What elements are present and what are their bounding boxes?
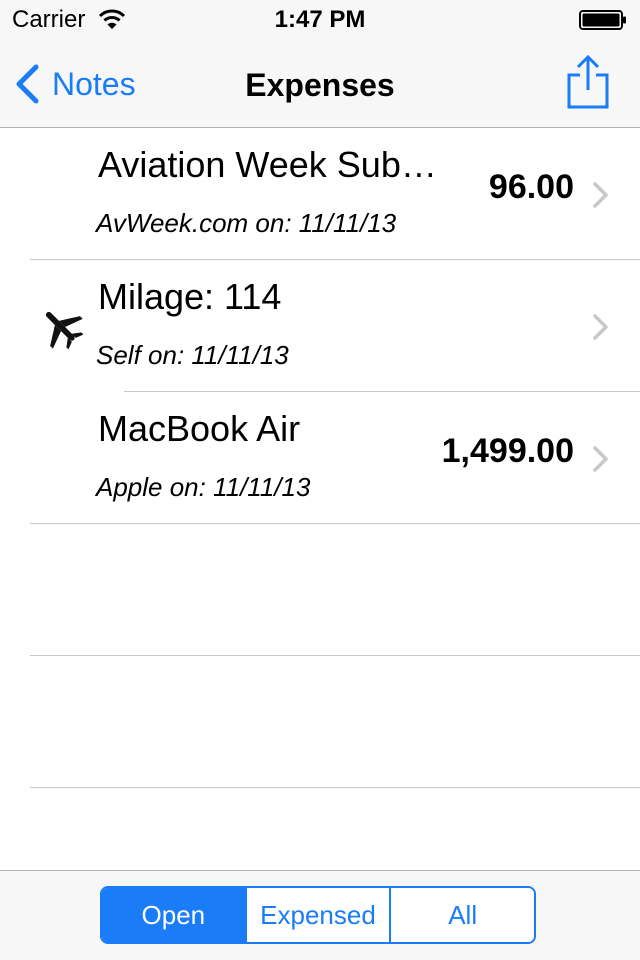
empty-row [0,524,640,656]
expense-subtitle: Self on: 11/11/13 [96,340,289,370]
chevron-right-icon [593,314,608,340]
expense-amount: 1,499.00 [441,432,574,470]
filter-segmented-control: Open Expensed All [100,886,536,944]
expense-amount: 96.00 [488,168,574,206]
expense-row[interactable]: Milage: 114 Self on: 11/11/13 [0,260,640,392]
status-bar: Carrier 1:47 PM [0,0,640,40]
empty-row [0,656,640,788]
expense-row[interactable]: Aviation Week Sub… AvWeek.com on: 11/11/… [0,128,640,260]
expense-title: MacBook Air [98,408,301,449]
expense-subtitle: Apple on: 11/11/13 [96,472,311,502]
battery-icon [579,10,626,30]
expenses-list: Aviation Week Sub… AvWeek.com on: 11/11/… [0,128,640,788]
segment-expensed[interactable]: Expensed [244,888,390,942]
chevron-right-icon [593,446,608,472]
navigation-bar: Notes Expenses [0,40,640,128]
status-time: 1:47 PM [274,6,366,33]
bottom-toolbar: Open Expensed All [0,870,640,960]
expense-title: Milage: 114 [98,276,282,317]
airplane-icon [45,311,84,350]
row-separator [30,787,640,788]
share-icon[interactable] [566,54,610,110]
segment-open[interactable]: Open [102,888,245,942]
segment-all[interactable]: All [389,888,534,942]
expense-subtitle: AvWeek.com on: 11/11/13 [96,208,397,238]
expense-row[interactable]: MacBook Air Apple on: 11/11/13 1,499.00 [0,392,640,524]
page-title: Expenses [245,67,395,103]
expense-title: Aviation Week Sub… [98,144,437,185]
chevron-right-icon [593,182,608,208]
